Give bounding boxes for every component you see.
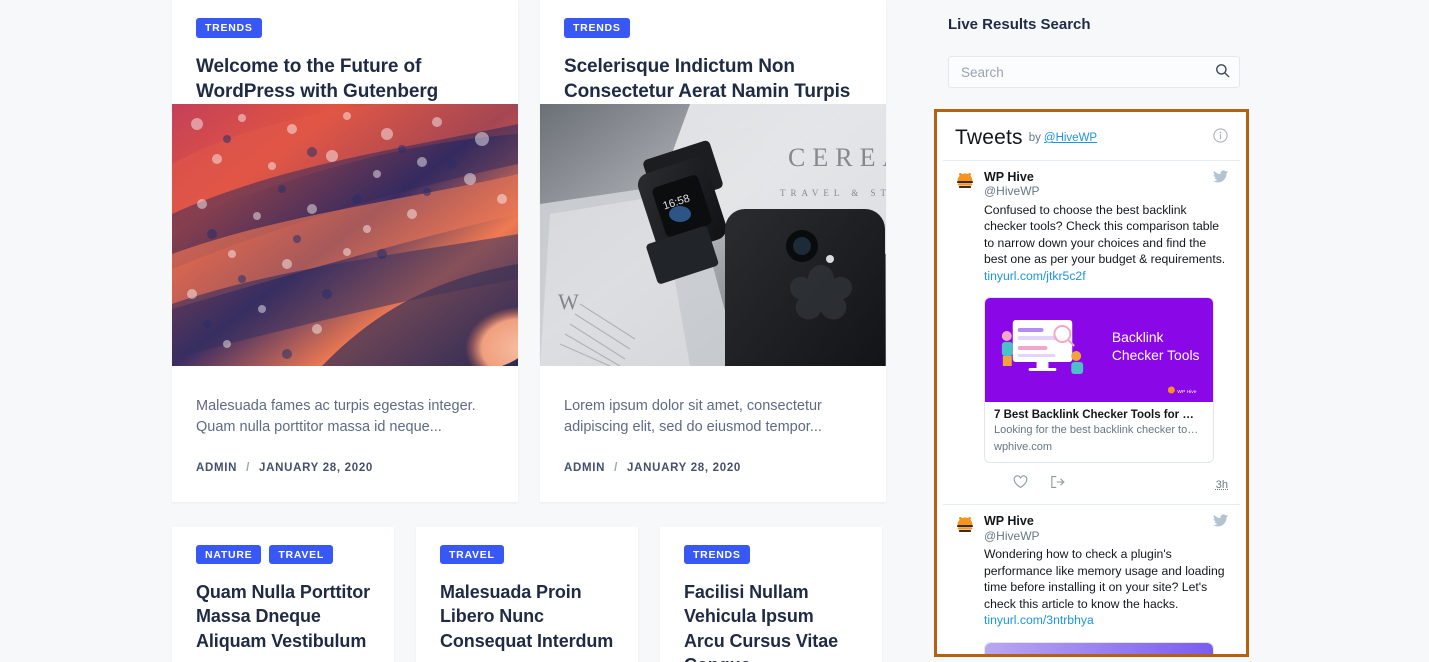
twitter-bird-icon: [1213, 170, 1228, 188]
tweet-summary-card[interactable]: [984, 641, 1214, 654]
post-card[interactable]: TRENDS Welcome to the Future of WordPres…: [172, 0, 518, 502]
post-author[interactable]: ADMIN: [196, 462, 237, 474]
svg-text:W: W: [558, 289, 579, 314]
post-title[interactable]: Welcome to the Future of WordPress with …: [196, 54, 494, 104]
tweet-author-name[interactable]: WP Hive: [984, 514, 1228, 528]
twitter-timeline-widget: Tweets by @HiveWP WP Hive @HiveWP Confus…: [934, 109, 1249, 657]
twitter-widget-handle-link[interactable]: @HiveWP: [1044, 132, 1097, 144]
tweet-item[interactable]: WP Hive @HiveWP Wondering how to check a…: [943, 505, 1240, 654]
meta-separator: /: [246, 461, 251, 474]
category-badge[interactable]: TRENDS: [196, 18, 262, 38]
share-icon[interactable]: [1050, 475, 1065, 494]
svg-text:TRAVEL & STYLE: TRAVEL & STYLE: [780, 188, 886, 198]
post-thumbnail[interactable]: CEREA TRAVEL & STYLE 16:58: [540, 103, 886, 366]
post-card[interactable]: NATURE TRAVEL Quam Nulla Porttitor Massa…: [172, 526, 394, 662]
svg-text:Backlink: Backlink: [1112, 329, 1164, 345]
tweet-summary-card[interactable]: Backlink Checker Tools WP Hive 7 Best Ba…: [984, 297, 1214, 464]
search-button[interactable]: [1210, 60, 1234, 84]
post-date: JANUARY 28, 2020: [627, 461, 741, 474]
twitter-widget-by-label: by: [1028, 132, 1041, 144]
category-badge[interactable]: TRAVEL: [440, 544, 504, 565]
post-excerpt: Malesuada fames ac turpis egestas intege…: [196, 397, 476, 435]
tweet-card-description: Looking for the best backlink checker to…: [994, 424, 1204, 437]
page-root: TRENDS Welcome to the Future of WordPres…: [0, 0, 1429, 662]
sidebar: Live Results Search Tweets by @HiveWP: [934, 0, 1254, 657]
tweet-card-meta: 7 Best Backlink Checker Tools for WordPr…: [985, 402, 1213, 462]
post-card-header: NATURE TRAVEL Quam Nulla Porttitor Massa…: [172, 527, 394, 653]
tweet-body-row: WP Hive @HiveWP Wondering how to check a…: [955, 514, 1228, 654]
category-badge[interactable]: TRENDS: [564, 18, 630, 38]
featured-posts-row: TRENDS Welcome to the Future of WordPres…: [172, 0, 926, 502]
tweet-link[interactable]: tinyurl.com/jtkr5c2f: [984, 269, 1086, 283]
post-title[interactable]: Facilisi Nullam Vehicula Ipsum Arcu Curs…: [684, 580, 858, 662]
category-badge[interactable]: TRENDS: [684, 544, 750, 565]
category-badges: TRAVEL: [440, 544, 614, 565]
tweet-author-handle[interactable]: @HiveWP: [984, 529, 1228, 545]
twitter-timeline-frame: Tweets by @HiveWP WP Hive @HiveWP Confus…: [943, 118, 1240, 654]
post-card[interactable]: TRENDS Facilisi Nullam Vehicula Ipsum Ar…: [660, 526, 882, 662]
post-card-header: TRENDS Welcome to the Future of WordPres…: [172, 0, 518, 104]
live-search-widget-title: Live Results Search: [948, 16, 1091, 33]
category-badge[interactable]: NATURE: [196, 544, 262, 565]
post-title[interactable]: Malesuada Proin Libero Nunc Consequat In…: [440, 580, 614, 653]
tweet-content: WP Hive @HiveWP Confused to choose the b…: [984, 170, 1228, 504]
post-card[interactable]: TRAVEL Malesuada Proin Libero Nunc Conse…: [416, 526, 638, 662]
meta-separator: /: [614, 461, 619, 474]
search-icon: [1215, 63, 1230, 81]
post-title[interactable]: Scelerisque Indictum Non Consectetur Aer…: [564, 54, 862, 104]
tweet-body-row: WP Hive @HiveWP Confused to choose the b…: [955, 170, 1228, 504]
post-card[interactable]: TRENDS Scelerisque Indictum Non Consecte…: [540, 0, 886, 502]
post-meta: ADMIN / JANUARY 28, 2020: [172, 462, 518, 502]
category-badge[interactable]: TRAVEL: [269, 544, 334, 565]
tweet-text-body: Wondering how to check a plugin's perfor…: [984, 547, 1225, 611]
post-card-header: TRENDS Scelerisque Indictum Non Consecte…: [540, 0, 886, 104]
tweet-timestamp[interactable]: 3h: [1216, 479, 1228, 491]
post-excerpt: Lorem ipsum dolor sit amet, consectetur …: [564, 397, 822, 435]
wp-hive-avatar[interactable]: [955, 171, 975, 191]
tweet-actions: 3h: [1013, 463, 1228, 504]
tweet-card-title: 7 Best Backlink Checker Tools for WordPr…: [994, 409, 1204, 422]
category-badges: TRENDS: [564, 18, 862, 38]
tweet-text-body: Confused to choose the best backlink che…: [984, 202, 1226, 267]
svg-text:WP Hive: WP Hive: [1177, 389, 1196, 395]
svg-text:Checker Tools: Checker Tools: [1112, 347, 1200, 363]
twitter-bird-icon: [1213, 514, 1228, 532]
tweet-text: Confused to choose the best backlink che…: [984, 202, 1228, 284]
tweet-card-domain: wphive.com: [994, 441, 1053, 454]
twitter-widget-header: Tweets by @HiveWP: [943, 118, 1240, 161]
tweet-text: Wondering how to check a plugin's perfor…: [984, 546, 1228, 628]
category-badges: NATURE TRAVEL: [196, 544, 370, 565]
plugin-performance-banner: [985, 642, 1213, 654]
post-thumbnail[interactable]: [172, 103, 518, 366]
wp-hive-avatar[interactable]: [955, 515, 975, 535]
backlink-checker-tools-banner: Backlink Checker Tools WP Hive: [985, 298, 1213, 403]
tweet-item[interactable]: WP Hive @HiveWP Confused to choose the b…: [943, 161, 1240, 506]
tweet-link[interactable]: tinyurl.com/3ntrbhya: [984, 613, 1094, 627]
secondary-posts-row: NATURE TRAVEL Quam Nulla Porttitor Massa…: [172, 526, 926, 662]
post-author[interactable]: ADMIN: [564, 462, 605, 474]
search-input[interactable]: [948, 56, 1240, 88]
category-badges: TRENDS: [196, 18, 494, 38]
post-title[interactable]: Quam Nulla Porttitor Massa Dneque Aliqua…: [196, 580, 370, 653]
twitter-widget-heading: Tweets: [955, 126, 1023, 149]
tweet-author-name[interactable]: WP Hive: [984, 170, 1228, 184]
post-card-header: TRAVEL Malesuada Proin Libero Nunc Conse…: [416, 527, 638, 653]
info-icon[interactable]: [1213, 128, 1228, 148]
post-date: JANUARY 28, 2020: [259, 461, 373, 474]
tweet-content: WP Hive @HiveWP Wondering how to check a…: [984, 514, 1228, 654]
post-card-header: TRENDS Facilisi Nullam Vehicula Ipsum Ar…: [660, 527, 882, 662]
svg-text:CEREA: CEREA: [788, 143, 886, 172]
post-meta: ADMIN / JANUARY 28, 2020: [540, 462, 886, 502]
like-icon[interactable]: [1013, 475, 1028, 494]
tweet-author-handle[interactable]: @HiveWP: [984, 184, 1228, 200]
category-badges: TRENDS: [684, 544, 858, 565]
post-grid: TRENDS Welcome to the Future of WordPres…: [172, 0, 926, 662]
live-search-form: [948, 56, 1240, 88]
